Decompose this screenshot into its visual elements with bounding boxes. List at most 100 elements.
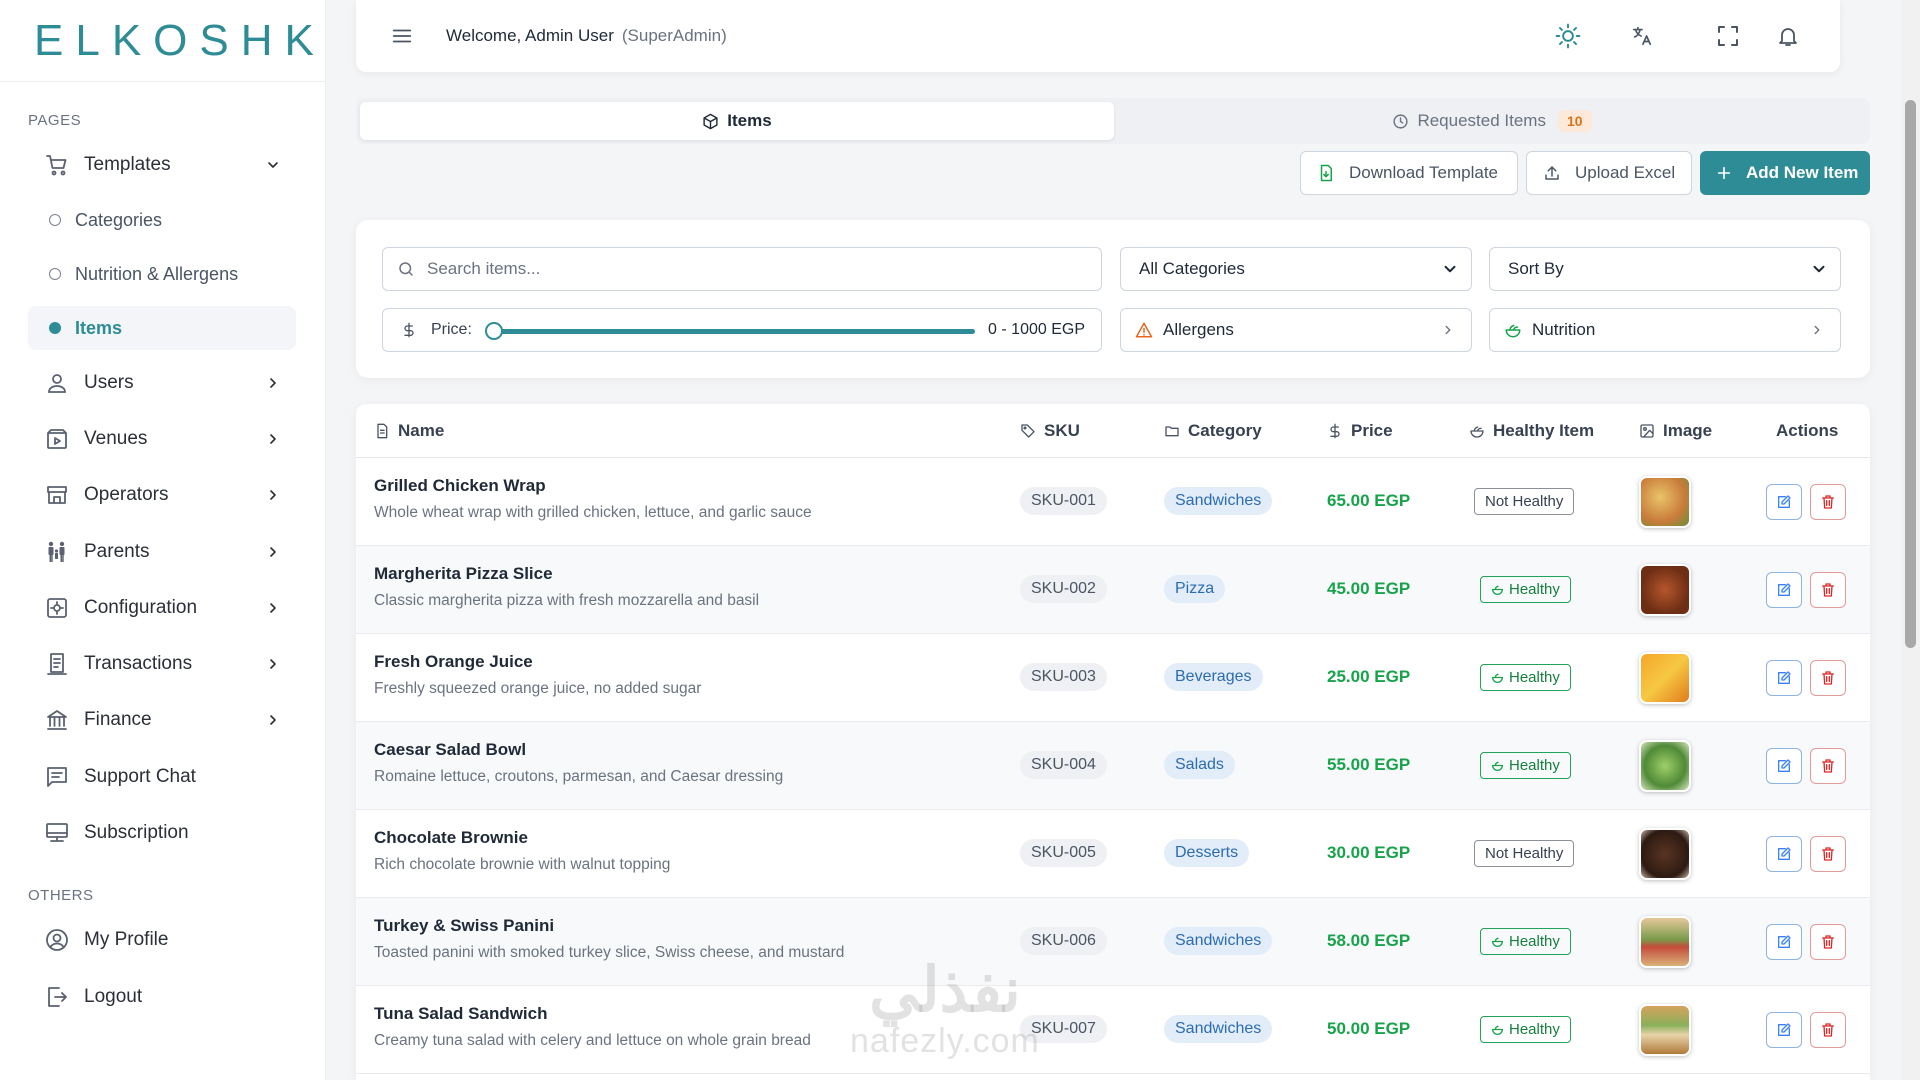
item-image[interactable] (1639, 652, 1691, 704)
item-image[interactable] (1639, 828, 1691, 880)
delete-button[interactable] (1810, 572, 1846, 608)
pages-section-title: PAGES (28, 112, 82, 129)
sku-badge: SKU-005 (1020, 839, 1107, 867)
edit-button[interactable] (1766, 660, 1802, 696)
tab-items[interactable]: Items (360, 102, 1114, 140)
sidebar-subitem-label: Items (75, 317, 123, 338)
sidebar-item-support-chat[interactable]: Support Chat (28, 754, 296, 800)
health-badge: Healthy (1480, 576, 1571, 603)
sidebar-item-transactions[interactable]: Transactions (28, 641, 296, 687)
item-price: 55.00 EGP (1327, 755, 1411, 774)
sidebar-item-label: Operators (84, 484, 169, 505)
sidebar-subitem-categories[interactable]: Categories (28, 198, 296, 242)
health-badge: Healthy (1480, 928, 1571, 955)
add-new-item-button[interactable]: Add New Item (1700, 151, 1870, 195)
trash-icon (1820, 582, 1836, 598)
sidebar-item-label: My Profile (84, 929, 169, 950)
trash-icon (1820, 758, 1836, 774)
edit-button[interactable] (1766, 836, 1802, 872)
delete-button[interactable] (1810, 1012, 1846, 1048)
item-price: 30.00 EGP (1327, 843, 1411, 862)
item-image[interactable] (1639, 476, 1691, 528)
sidebar-item-parents[interactable]: Parents (28, 529, 296, 575)
delete-button[interactable] (1810, 924, 1846, 960)
dollar-icon (1327, 423, 1343, 439)
column-header-label: Name (398, 421, 445, 440)
price-label: Price: (431, 321, 472, 338)
sidebar-item-label: Users (84, 372, 134, 393)
category-badge: Pizza (1164, 575, 1226, 603)
sidebar-item-finance[interactable]: Finance (28, 697, 296, 743)
sidebar-item-logout[interactable]: Logout (28, 974, 296, 1020)
dollar-icon (401, 322, 417, 338)
logo[interactable]: ELKOSHK (0, 0, 325, 82)
item-image[interactable] (1639, 564, 1691, 616)
edit-button[interactable] (1766, 748, 1802, 784)
filters-card: Search items... All Categories Sort By P… (356, 220, 1870, 378)
bell-icon[interactable] (1770, 18, 1806, 54)
column-header-category[interactable]: Category (1164, 421, 1262, 441)
delete-button[interactable] (1810, 748, 1846, 784)
parents-icon (44, 539, 70, 565)
table-row: Grilled Chicken Wrap Whole wheat wrap wit… (356, 458, 1870, 546)
sidebar-item-my-profile[interactable]: My Profile (28, 917, 296, 963)
price-slider-handle[interactable] (485, 322, 503, 340)
edit-button[interactable] (1766, 924, 1802, 960)
logo-text: ELKOSHK (34, 15, 326, 65)
edit-icon (1776, 934, 1792, 950)
item-image[interactable] (1639, 916, 1691, 968)
health-badge: Not Healthy (1474, 840, 1575, 867)
health-label: Healthy (1509, 669, 1560, 686)
sort-select[interactable]: Sort By (1489, 247, 1841, 291)
tab-label: Items (727, 111, 772, 130)
top-bar: Welcome, Admin User (SuperAdmin) (356, 0, 1840, 72)
column-header-sku[interactable]: SKU (1020, 421, 1080, 441)
download-template-button[interactable]: Download Template (1300, 151, 1518, 195)
health-badge: Not Healthy (1474, 488, 1575, 515)
item-image[interactable] (1639, 1004, 1691, 1056)
column-header-name[interactable]: Name (374, 421, 444, 441)
sidebar-item-subscription[interactable]: Subscription (28, 810, 296, 856)
health-label: Not Healthy (1485, 845, 1564, 862)
upload-excel-button[interactable]: Upload Excel (1526, 151, 1692, 195)
item-description: Romaine lettuce, croutons, parmesan, and… (374, 768, 784, 785)
sidebar-item-templates[interactable]: Templates (28, 142, 296, 188)
sidebar-item-operators[interactable]: Operators (28, 472, 296, 518)
hamburger-menu-icon[interactable] (388, 22, 416, 50)
chevron-down-icon (1441, 260, 1459, 278)
circle-icon (49, 214, 61, 226)
delete-button[interactable] (1810, 836, 1846, 872)
item-name: Chocolate Brownie (374, 828, 528, 847)
item-price: 25.00 EGP (1327, 667, 1411, 686)
item-description: Classic margherita pizza with fresh mozz… (374, 592, 760, 609)
sidebar-subitem-items[interactable]: Items (28, 306, 296, 350)
column-header-price[interactable]: Price (1327, 421, 1393, 441)
sidebar-subitem-nutrition-allergens[interactable]: Nutrition & Allergens (28, 252, 296, 296)
chevron-right-icon (1810, 323, 1824, 337)
edit-button[interactable] (1766, 1012, 1802, 1048)
translate-icon[interactable] (1624, 18, 1660, 54)
nutrition-filter-button[interactable]: Nutrition (1489, 308, 1841, 352)
tab-requested-items[interactable]: Requested Items 10 (1118, 102, 1866, 140)
scrollbar-thumb[interactable] (1905, 100, 1916, 648)
price-slider[interactable] (495, 329, 975, 334)
edit-button[interactable] (1766, 572, 1802, 608)
edit-button[interactable] (1766, 484, 1802, 520)
item-price: 45.00 EGP (1327, 579, 1411, 598)
page-scrollbar[interactable] (1901, 0, 1920, 1080)
item-image[interactable] (1639, 740, 1691, 792)
search-input[interactable]: Search items... (382, 247, 1102, 291)
delete-button[interactable] (1810, 484, 1846, 520)
sidebar-item-users[interactable]: Users (28, 360, 296, 406)
sidebar-item-configuration[interactable]: Configuration (28, 585, 296, 631)
fullscreen-icon[interactable] (1710, 18, 1746, 54)
plus-icon (1716, 165, 1732, 181)
allergens-label: Allergens (1163, 320, 1234, 339)
allergens-filter-button[interactable]: Allergens (1120, 308, 1472, 352)
sidebar-item-venues[interactable]: Venues (28, 416, 296, 462)
delete-button[interactable] (1810, 660, 1846, 696)
column-header-image: Image (1639, 421, 1712, 441)
category-select[interactable]: All Categories (1120, 247, 1472, 291)
column-header-healthy[interactable]: Healthy Item (1469, 421, 1594, 441)
sun-icon[interactable] (1550, 18, 1586, 54)
